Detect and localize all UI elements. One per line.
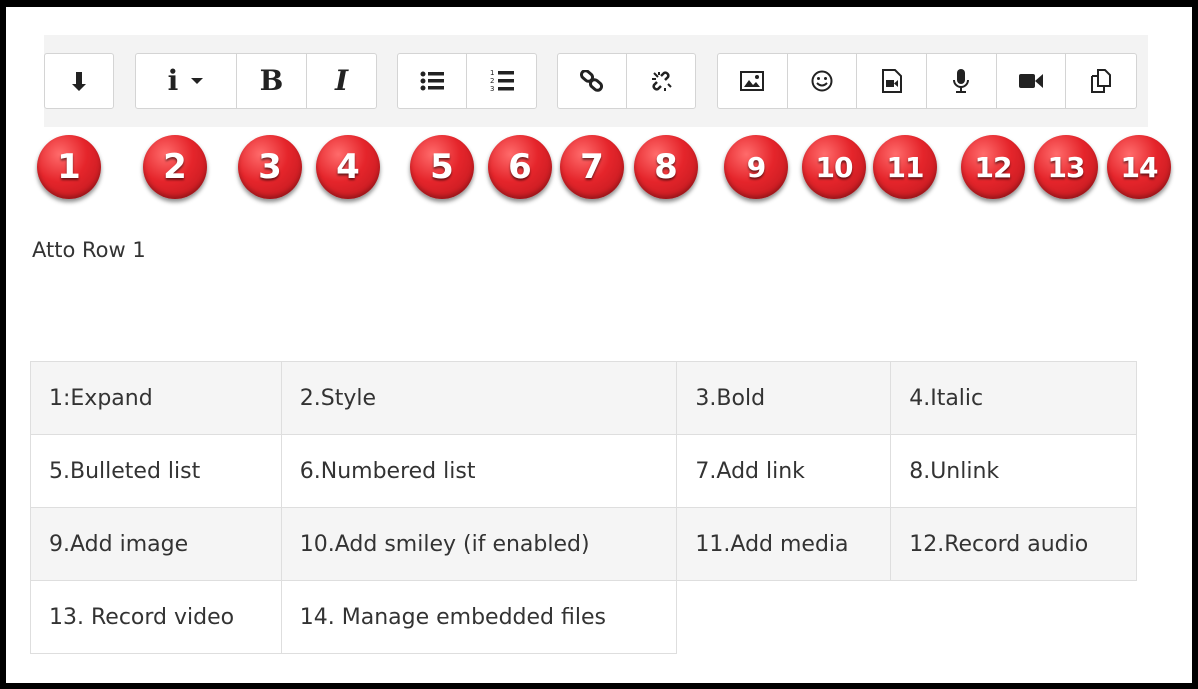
- table-row: 13. Record video 14. Manage embedded fil…: [30, 580, 1137, 654]
- badge-12: 12: [961, 135, 1025, 199]
- add-image-button[interactable]: [718, 54, 788, 108]
- badge-6: 6: [488, 135, 552, 199]
- video-camera-icon: [1019, 74, 1044, 88]
- table-row: 9.Add image 10.Add smiley (if enabled) 1…: [30, 507, 1137, 581]
- toolbar-group-expand: [44, 53, 114, 109]
- bulleted-list-icon: [420, 71, 444, 91]
- image-icon: [740, 71, 765, 91]
- table-cell: 3.Bold: [676, 361, 892, 435]
- numbered-list-icon: 1 2 3: [490, 69, 514, 93]
- style-icon: i: [167, 64, 179, 97]
- add-smiley-button[interactable]: [788, 54, 858, 108]
- table-cell: 13. Record video: [30, 580, 282, 654]
- unlink-button[interactable]: [627, 54, 695, 108]
- table-cell: 5.Bulleted list: [30, 434, 282, 508]
- table-row: 1:Expand 2.Style 3.Bold 4.Italic: [30, 361, 1137, 435]
- link-button[interactable]: [558, 54, 627, 108]
- row-label: Atto Row 1: [32, 238, 146, 262]
- italic-icon: I: [334, 64, 349, 97]
- table-cell-empty: [890, 580, 1137, 654]
- style-button[interactable]: i: [136, 54, 237, 108]
- toolbar-group-lists: 1 2 3: [397, 53, 537, 109]
- table-cell: 10.Add smiley (if enabled): [280, 507, 678, 581]
- italic-button[interactable]: I: [307, 54, 376, 108]
- badge-3: 3: [238, 135, 302, 199]
- table-row: 5.Bulleted list 6.Numbered list 7.Add li…: [30, 434, 1137, 508]
- badge-7: 7: [560, 135, 624, 199]
- table-cell: 7.Add link: [676, 434, 892, 508]
- table-cell: 6.Numbered list: [280, 434, 678, 508]
- table-cell: 1:Expand: [30, 361, 282, 435]
- badge-9: 9: [724, 135, 788, 199]
- unlink-icon: [652, 71, 672, 91]
- bold-icon: B: [259, 64, 284, 97]
- table-cell: 9.Add image: [30, 507, 282, 581]
- badge-1: 1: [37, 135, 101, 199]
- badge-5: 5: [410, 135, 474, 199]
- table-cell: 11.Add media: [676, 507, 892, 581]
- cropped-top-text: [511, 7, 531, 12]
- toolbar-group-style: i B I: [135, 53, 377, 109]
- numbered-list-button[interactable]: 1 2 3: [467, 54, 536, 108]
- manage-files-button[interactable]: [1066, 54, 1136, 108]
- table-cell: 8.Unlink: [890, 434, 1137, 508]
- microphone-icon: [953, 69, 970, 93]
- button-legend-table: 1:Expand 2.Style 3.Bold 4.Italic 5.Bulle…: [30, 361, 1137, 654]
- badge-10: 10: [802, 135, 866, 199]
- chevron-down-icon: [191, 78, 204, 84]
- toolbar-group-media: [717, 53, 1137, 109]
- table-cell-empty: [676, 580, 891, 654]
- badge-2: 2: [143, 135, 207, 199]
- table-cell: 2.Style: [280, 361, 678, 435]
- media-icon: [881, 69, 902, 93]
- svg-text:3: 3: [490, 85, 494, 93]
- smiley-icon: [811, 70, 833, 92]
- expand-arrow-icon: [72, 72, 86, 91]
- link-icon: [580, 70, 604, 92]
- badge-8: 8: [634, 135, 698, 199]
- record-video-button[interactable]: [997, 54, 1067, 108]
- svg-text:2: 2: [490, 77, 494, 85]
- add-media-button[interactable]: [857, 54, 928, 108]
- badge-11: 11: [873, 135, 937, 199]
- bulleted-list-button[interactable]: [398, 54, 467, 108]
- badge-13: 13: [1034, 135, 1098, 199]
- svg-text:1: 1: [490, 69, 494, 77]
- record-audio-button[interactable]: [927, 54, 997, 108]
- table-cell: 4.Italic: [890, 361, 1137, 435]
- table-cell: 14. Manage embedded files: [280, 580, 678, 654]
- expand-button[interactable]: [45, 54, 113, 108]
- badge-14: 14: [1107, 135, 1171, 199]
- badge-4: 4: [316, 135, 380, 199]
- embedded-files-icon: [1091, 69, 1112, 93]
- table-cell: 12.Record audio: [890, 507, 1137, 581]
- bold-button[interactable]: B: [237, 54, 307, 108]
- toolbar-group-links: [557, 53, 696, 109]
- screenshot-frame: i B I 1 2 3 1 2 3 4 5 6 7 8 9 10 11 12 1…: [0, 0, 1198, 689]
